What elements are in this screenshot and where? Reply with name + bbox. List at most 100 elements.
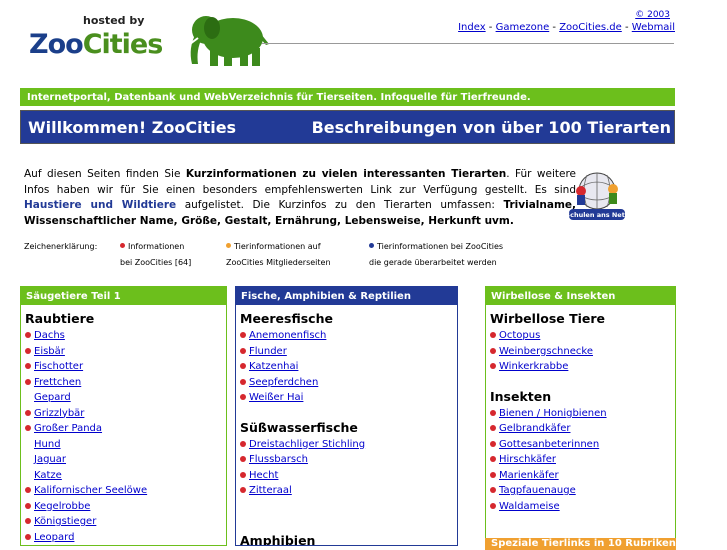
list-item: Bienen / Honigbienen <box>490 406 675 422</box>
red-bullet-icon <box>25 518 31 524</box>
red-bullet-icon <box>25 332 31 338</box>
animal-link[interactable]: Kalifornischer Seelöwe <box>34 485 147 496</box>
list-item: Leopard <box>25 530 226 546</box>
animal-link[interactable]: Seepferdchen <box>249 377 318 388</box>
copyright-link[interactable]: © 2003 <box>635 10 670 20</box>
animal-link[interactable]: Weißer Hai <box>249 392 303 403</box>
animal-link[interactable]: Dachs <box>34 330 65 341</box>
list-item: Eisbär <box>25 344 226 360</box>
legend-item-red: Informationen bei ZooCities [64] <box>120 242 192 267</box>
animal-link[interactable]: Gottesanbeterinnen <box>499 439 599 450</box>
red-bullet-icon <box>240 347 246 354</box>
animal-link[interactable]: Grizzlybär <box>34 408 84 419</box>
tagline-bar: Internetportal, Datenbank und WebVerzeic… <box>20 88 675 106</box>
animal-link[interactable]: Großer Panda <box>34 423 102 434</box>
animal-link[interactable]: Leopard <box>34 532 74 543</box>
animal-link[interactable]: Flunder <box>249 346 287 357</box>
animal-list: Anemonenfisch Flunder Katzenhai Seepferdche… <box>236 328 457 406</box>
animal-link[interactable]: Jaguar <box>34 454 66 465</box>
animal-link[interactable]: Gelbrandkäfer <box>499 423 570 434</box>
red-bullet-icon <box>490 409 496 416</box>
red-bullet-icon <box>25 533 31 540</box>
animal-link[interactable]: Katzenhai <box>249 361 298 372</box>
welcome-title: Willkommen! ZooCities <box>28 118 237 137</box>
list-item: Königstieger <box>25 514 226 530</box>
intro-text: Auf diesen Seiten finden Sie Kurzinforma… <box>24 168 577 227</box>
column-title: Fische, Amphibien & Reptilien <box>236 287 457 305</box>
nav-index-link[interactable]: Index <box>458 22 486 33</box>
animal-link[interactable]: Hund <box>34 439 61 450</box>
animal-link[interactable]: Waldameise <box>499 501 560 512</box>
red-bullet-icon <box>25 378 31 385</box>
list-item: Gottesanbeterinnen <box>490 437 675 453</box>
header-divider <box>262 43 674 44</box>
column-fische: Fische, Amphibien & Reptilien Meeresfisc… <box>235 286 458 546</box>
list-item: Katze <box>25 468 226 484</box>
list-item: Seepferdchen <box>240 375 457 391</box>
animal-link[interactable]: Tagpfauenauge <box>499 485 576 496</box>
schulen-ans-netz-badge[interactable]: Schulen ans Netz <box>567 167 627 227</box>
animal-link[interactable]: Hecht <box>249 470 278 481</box>
list-item: Kalifornischer Seelöwe <box>25 483 226 499</box>
site-logo[interactable]: ZooCities <box>29 29 163 60</box>
red-bullet-icon <box>490 425 496 431</box>
animal-link[interactable]: Dreistachliger Stichling <box>249 439 365 450</box>
column-title: Säugetiere Teil 1 <box>21 287 226 305</box>
list-item: Dachs <box>25 328 226 344</box>
banner-description: Beschreibungen von über 100 Tierarten <box>311 118 671 137</box>
hosted-by-label: hosted by <box>83 14 145 27</box>
animal-link[interactable]: Anemonenfisch <box>249 330 326 341</box>
animal-link[interactable]: Kegelrobbe <box>34 501 90 512</box>
animal-link[interactable]: Eisbär <box>34 346 65 357</box>
list-item: Gepard <box>25 390 226 406</box>
red-bullet-icon <box>490 363 496 369</box>
list-item: Waldameise <box>490 499 675 515</box>
animal-link[interactable]: Frettchen <box>34 377 81 388</box>
legend-item-orange: Tierinformationen auf ZooCities Mitglied… <box>226 242 331 267</box>
list-item: Hecht <box>240 468 457 484</box>
red-bullet-icon <box>25 502 31 509</box>
animal-link[interactable]: Zitteraal <box>249 485 292 496</box>
list-item: Zitteraal <box>240 483 457 499</box>
list-item: Hirschkäfer <box>490 452 675 468</box>
red-bullet-icon <box>240 394 246 400</box>
animal-link[interactable]: Winkerkrabbe <box>499 361 568 372</box>
list-item: Weißer Hai <box>240 390 457 406</box>
animal-link[interactable]: Octopus <box>499 330 540 341</box>
animal-link[interactable]: Gepard <box>34 392 71 403</box>
list-item: Flussbarsch <box>240 452 457 468</box>
animal-link[interactable]: Königstieger <box>34 516 96 527</box>
orange-dot-icon <box>226 243 231 248</box>
red-bullet-icon <box>240 378 246 385</box>
special-links-bar: Speziale Tierlinks in 10 Rubriken <box>485 538 676 550</box>
red-bullet-icon <box>490 332 496 338</box>
animal-link[interactable]: Weinbergschnecke <box>499 346 593 357</box>
red-bullet-icon <box>240 363 246 369</box>
list-item: Winkerkrabbe <box>490 359 675 375</box>
animal-link[interactable]: Marienkäfer <box>499 470 559 481</box>
red-dot-icon <box>120 243 125 248</box>
list-item: Kegelrobbe <box>25 499 226 515</box>
animal-link[interactable]: Bienen / Honigbienen <box>499 408 607 419</box>
red-bullet-icon <box>490 456 496 462</box>
animal-link[interactable]: Flussbarsch <box>249 454 308 465</box>
list-item: Tagpfauenauge <box>490 483 675 499</box>
section-title: Süßwasserfische <box>240 419 358 435</box>
animal-link[interactable]: Hirschkäfer <box>499 454 556 465</box>
list-item: Grizzlybär <box>25 406 226 422</box>
nav-zoocities-de-link[interactable]: ZooCities.de <box>559 22 622 33</box>
red-bullet-icon <box>240 332 246 338</box>
nav-gamezone-link[interactable]: Gamezone <box>496 22 550 33</box>
animal-link[interactable]: Fischotter <box>34 361 83 372</box>
nav-webmail-link[interactable]: Webmail <box>632 22 675 33</box>
section-title: Wirbellose Tiere <box>490 311 606 326</box>
list-item: Fischotter <box>25 359 226 375</box>
list-item: Octopus <box>490 328 675 344</box>
animal-list: Octopus Weinbergschnecke Winkerkrabbe <box>486 328 675 375</box>
legend-item-blue: Tierinformationen bei ZooCities die gera… <box>369 242 504 267</box>
badge-text: Schulen ans Netz <box>567 211 627 219</box>
red-bullet-icon <box>240 456 246 462</box>
red-bullet-icon <box>490 347 496 354</box>
animal-link[interactable]: Katze <box>34 470 62 481</box>
red-bullet-icon <box>490 487 496 493</box>
